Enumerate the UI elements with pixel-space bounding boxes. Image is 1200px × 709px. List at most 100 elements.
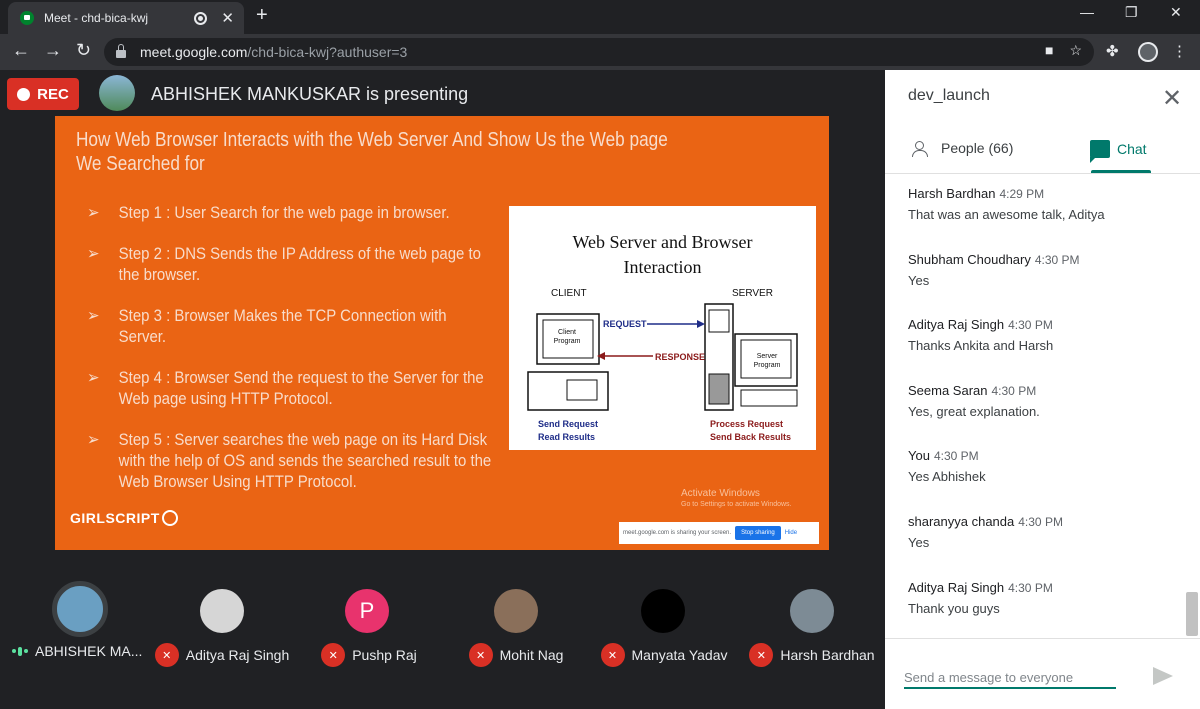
restore-icon[interactable]: ❐	[1125, 4, 1138, 21]
browser-tab[interactable]: Meet - chd-bica-kwj ✕	[8, 2, 244, 34]
participant-tile[interactable]: P ✕ Pushp Raj	[299, 550, 439, 670]
watermark-line-2: Go to Settings to activate Windows.	[681, 501, 792, 508]
message-sender: You	[908, 448, 930, 464]
new-tab-button[interactable]: +	[256, 4, 268, 27]
window-close-icon[interactable]: ✕	[1170, 4, 1182, 21]
menu-icon[interactable]: ⋮	[1172, 42, 1187, 60]
client-server-diagram: Web Server and Browser Interaction CLIEN…	[509, 206, 816, 450]
minimize-icon[interactable]: —	[1080, 4, 1094, 20]
mic-off-icon: ✕	[468, 643, 493, 667]
browser-toolbar: ← → ↻ meet.google.com /chd-bica-kwj?auth…	[0, 34, 1200, 70]
step-text: Step 1 : User Search for the web page in…	[118, 203, 450, 222]
extensions-icon[interactable]: ✤	[1106, 42, 1119, 60]
step-text: Step 4 : Browser Send the request to the…	[118, 368, 484, 408]
back-icon[interactable]: ←	[12, 40, 30, 61]
hide-button[interactable]: Hide	[785, 530, 797, 536]
bullet-arrow-icon: ➢	[87, 203, 100, 222]
chat-message: Aditya Raj Singh 4:30 PM Thank you guys	[908, 580, 1178, 646]
participant-tile[interactable]: ✕ Harsh Bardhan	[742, 550, 882, 670]
logo-text: GIRLSCRIPT	[70, 510, 160, 526]
participant-name-row: ✕ Manyata Yadav	[594, 643, 734, 667]
camera-icon[interactable]: ■	[1045, 42, 1053, 59]
profile-avatar[interactable]	[1138, 42, 1158, 62]
participant-name: Harsh Bardhan	[780, 647, 875, 663]
reload-icon[interactable]: ↻	[76, 40, 91, 61]
participant-avatar	[790, 589, 834, 633]
message-sender: Shubham Choudhary	[908, 251, 1031, 267]
slide-step: ➢ Step 3 : Browser Makes the TCP Connecti…	[87, 305, 492, 347]
recording-button[interactable]: REC	[7, 78, 79, 110]
tab-title: Meet - chd-bica-kwj	[44, 11, 149, 25]
mic-off-icon: ✕	[154, 643, 179, 667]
message-text: That was an awesome talk, Aditya	[908, 207, 1105, 222]
chat-scrollbar[interactable]	[1186, 592, 1198, 636]
participant-name: Pushp Raj	[352, 647, 417, 663]
chat-compose	[885, 638, 1200, 709]
presenting-banner: ABHISHEK MANKUSKAR is presenting	[151, 84, 469, 104]
participant-name-row: ✕ Pushp Raj	[299, 643, 439, 667]
step-text: Step 3 : Browser Makes the TCP Connectio…	[118, 306, 447, 346]
people-icon	[912, 141, 934, 157]
server-caption: Process Request Send Back Results	[710, 418, 791, 444]
slide-step: ➢ Step 2 : DNS Sends the IP Address of th…	[87, 243, 492, 285]
participant-strip: ABHISHEK MA... ✕ Aditya Raj Singh P ✕ Pu…	[0, 550, 885, 709]
address-bar[interactable]: meet.google.com /chd-bica-kwj?authuser=3…	[104, 38, 1094, 66]
watermark-line-1: Activate Windows	[681, 488, 760, 499]
panel-tabs: People (66) Chat	[885, 130, 1200, 174]
participant-tile[interactable]: ✕ Mohit Nag	[446, 550, 586, 670]
meeting-details-panel: dev_launch ✕ People (66) Chat Harsh Bard…	[885, 70, 1200, 709]
participant-tile[interactable]: ✕ Aditya Raj Singh	[152, 550, 292, 670]
recording-indicator-icon	[194, 11, 208, 25]
message-sender: Harsh Bardhan	[908, 186, 996, 201]
stop-sharing-button[interactable]: Stop sharing	[735, 526, 781, 540]
participant-avatar	[200, 589, 244, 633]
logo-ring-icon	[161, 510, 178, 526]
participant-name-row: ABHISHEK MA...	[12, 643, 152, 659]
url-path: /chd-bica-kwj?authuser=3	[247, 44, 408, 60]
chat-message: You 4:30 PM Yes Abhishek	[908, 448, 1178, 514]
chat-message: Seema Saran 4:30 PM Yes, great explanatio…	[908, 383, 1178, 449]
share-notice-text: meet.google.com is sharing your screen.	[623, 530, 732, 536]
response-label: RESPONSE	[655, 352, 706, 362]
bullet-arrow-icon: ➢	[87, 244, 100, 263]
tab-close-icon[interactable]: ✕	[221, 9, 234, 27]
tab-chat[interactable]: Chat	[1090, 140, 1147, 163]
participant-tile[interactable]: ABHISHEK MA...	[4, 550, 144, 670]
tab-people[interactable]: People (66)	[912, 140, 1013, 157]
message-time: 4:30 PM	[991, 383, 1037, 398]
forward-icon[interactable]: →	[44, 40, 62, 61]
participant-name-row: ✕ Harsh Bardhan	[742, 643, 882, 667]
panel-close-icon[interactable]: ✕	[1162, 84, 1182, 113]
server-caption-line-2: Send Back Results	[710, 432, 792, 442]
participant-avatar	[641, 589, 685, 633]
participant-name: Manyata Yadav	[631, 647, 728, 663]
presenter-avatar	[99, 75, 135, 111]
chat-message: Shubham Choudhary 4:30 PM Yes	[908, 252, 1178, 318]
mic-off-icon: ✕	[600, 643, 625, 667]
lock-icon	[116, 44, 126, 58]
message-input[interactable]	[904, 667, 1114, 687]
message-text: Yes	[908, 272, 930, 288]
send-icon[interactable]	[1153, 667, 1173, 685]
participant-name-row: ✕ Aditya Raj Singh	[152, 643, 292, 667]
bookmark-star-icon[interactable]: ☆	[1069, 42, 1082, 59]
girlscript-logo: GIRLSCRIPT	[70, 510, 178, 526]
url-host: meet.google.com	[140, 44, 248, 60]
chat-icon	[1090, 140, 1110, 163]
message-text: Yes Abhishek	[908, 469, 986, 485]
client-caption-line-1: Send Request	[538, 419, 599, 429]
slide-step: ➢ Step 5 : Server searches the web page o…	[87, 429, 492, 492]
slide-steps-list: ➢ Step 1 : User Search for the web page i…	[87, 202, 547, 512]
participant-avatar	[494, 589, 538, 633]
message-time: 4:30 PM	[1008, 580, 1053, 595]
participant-name: ABHISHEK MA...	[35, 643, 143, 659]
participant-tile[interactable]: ✕ Manyata Yadav	[594, 550, 734, 670]
browser-tab-bar: Meet - chd-bica-kwj ✕ + — ❐ ✕	[0, 0, 1200, 34]
message-time: 4:29 PM	[999, 187, 1045, 201]
request-label: REQUEST	[603, 319, 647, 329]
chat-message: sharanyya chanda 4:30 PM Yes	[908, 514, 1178, 580]
message-sender: sharanyya chanda	[908, 513, 1015, 529]
participant-name-row: ✕ Mohit Nag	[446, 643, 586, 667]
chat-message: Aditya Raj Singh 4:30 PM Thanks Ankita an…	[908, 317, 1178, 383]
windows-activation-watermark: Activate Windows Go to Settings to activ…	[681, 488, 792, 508]
